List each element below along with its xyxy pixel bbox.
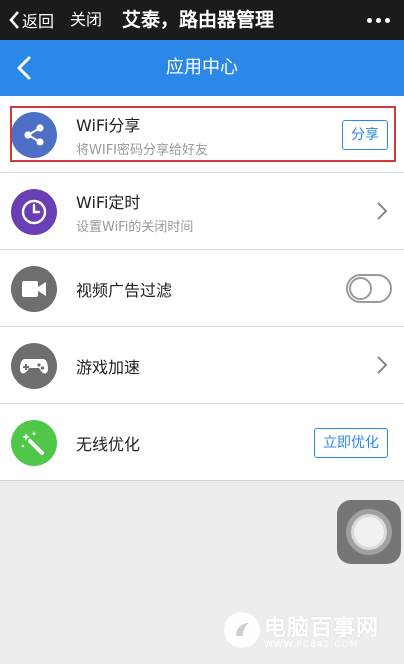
ad-filter-toggle[interactable]	[346, 274, 392, 303]
back-button[interactable]: 返回	[8, 0, 54, 40]
list-item-wifi-timer[interactable]: WiFi定时 设置WiFi的关闭时间	[0, 173, 404, 250]
chevron-left-icon	[9, 11, 19, 29]
item-title: 游戏加速	[76, 357, 141, 377]
watermark-url: WWW.PC841.COM	[264, 640, 359, 650]
app-list: WiFi分享 将WIFI密码分享给好友 分享 WiFi定时 设置WiFi的关闭时…	[0, 96, 404, 481]
chevron-right-icon	[377, 356, 388, 374]
clock-icon	[11, 189, 57, 235]
share-button[interactable]: 分享	[342, 120, 388, 150]
item-subtitle: 将WIFI密码分享给好友	[76, 142, 208, 158]
assistive-touch-button[interactable]	[337, 500, 401, 564]
top-bar: 返回 关闭 艾泰，路由器管理	[0, 0, 404, 40]
chevron-right-icon	[377, 202, 388, 220]
list-item-game-boost[interactable]: 游戏加速	[0, 327, 404, 404]
gamepad-icon	[11, 343, 57, 389]
watermark-logo-icon	[224, 612, 260, 648]
list-item-video-ad-filter: 视频广告过滤	[0, 250, 404, 327]
window-title: 艾泰，路由器管理	[122, 9, 275, 31]
toggle-knob	[349, 277, 372, 300]
item-title: WiFi定时	[76, 192, 141, 212]
video-camera-icon	[11, 266, 57, 312]
item-title: 无线优化	[76, 434, 141, 454]
item-title: WiFi分享	[76, 115, 141, 135]
watermark: 电脑百事网 WWW.PC841.COM	[224, 600, 379, 660]
item-subtitle: 设置WiFi的关闭时间	[76, 219, 194, 235]
list-item-wireless-optimize: 无线优化 立即优化	[0, 404, 404, 481]
close-button[interactable]: 关闭	[70, 0, 102, 40]
list-item-wifi-share: WiFi分享 将WIFI密码分享给好友 分享	[0, 96, 404, 173]
watermark-text: 电脑百事网	[264, 616, 380, 641]
page-title: 应用中心	[166, 57, 238, 78]
magic-wand-icon	[11, 420, 57, 466]
item-title: 视频广告过滤	[76, 280, 173, 300]
page-header: 应用中心	[0, 40, 404, 96]
more-menu-icon[interactable]	[367, 0, 390, 40]
optimize-now-button[interactable]: 立即优化	[314, 428, 388, 458]
share-icon	[11, 112, 57, 158]
back-label: 返回	[22, 12, 55, 31]
